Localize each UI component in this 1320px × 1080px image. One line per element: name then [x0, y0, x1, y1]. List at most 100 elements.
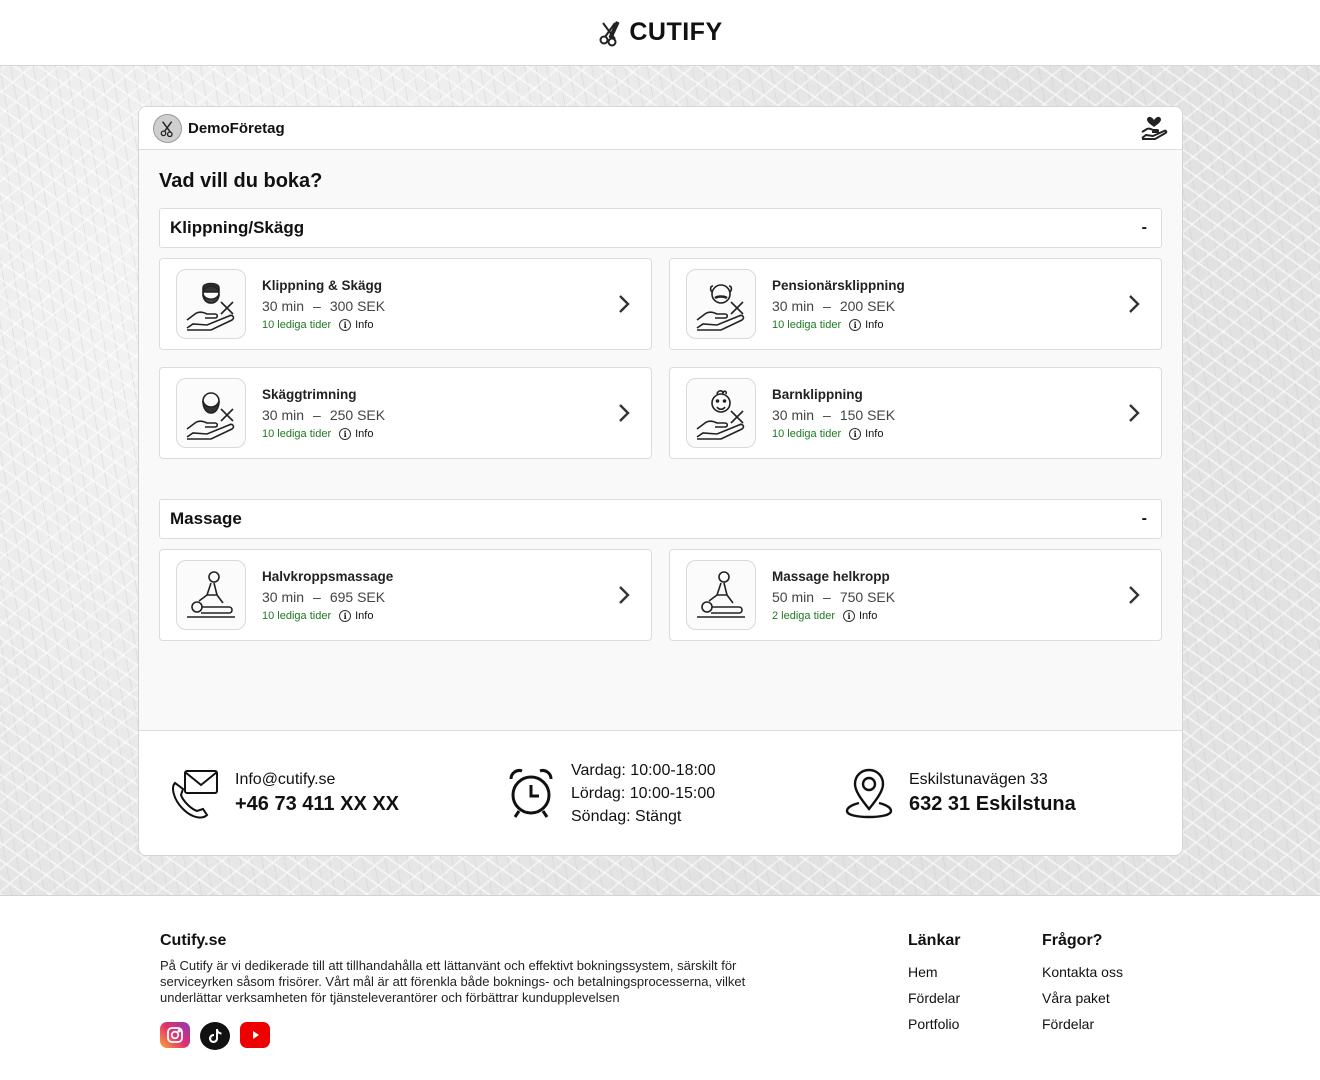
footer-title: Cutify.se: [160, 932, 227, 949]
beard-trim-icon: [186, 392, 235, 440]
service-duration: 30 min: [772, 297, 815, 314]
collapse-toggle[interactable]: -: [1142, 219, 1151, 237]
chevron-right-icon[interactable]: [613, 402, 635, 424]
brand-name: CUTIFY: [629, 18, 723, 46]
company-info[interactable]: DemoFöretag: [153, 113, 285, 143]
company-logo: [153, 113, 182, 143]
service-duration: 30 min: [262, 588, 305, 605]
chevron-right-icon[interactable]: [613, 584, 635, 606]
contact-email-phone: Info@cutify.se +46 73 411 XX XX: [167, 765, 399, 821]
service-item[interactable]: Skäggtrimning 30 min –250 SEK 10 lediga t…: [159, 367, 652, 459]
service-item[interactable]: Klippning & Skägg 30 min –300 SEK 10 ledi…: [159, 258, 652, 350]
child-haircut-icon: [696, 390, 745, 440]
info-link[interactable]: i Info: [849, 427, 883, 440]
category-header-massage[interactable]: Massage -: [159, 499, 1162, 539]
massage-icon: [697, 571, 745, 618]
scissors-comb-icon: [599, 20, 620, 46]
opening-hours: Vardag: 10:00-18:00 Lördag: 10:00-15:00 …: [503, 759, 716, 828]
service-meta: 30 min –200 SEK: [772, 298, 1123, 314]
service-bottom: 10 lediga tider i Info: [262, 318, 613, 331]
service-price: 300 SEK: [329, 297, 386, 314]
footer-link-hem[interactable]: Hem: [908, 964, 960, 980]
company-name: DemoFöretag: [188, 119, 285, 137]
footer-link-kontakta[interactable]: Kontakta oss: [1042, 964, 1123, 980]
footer-link-portfolio[interactable]: Portfolio: [908, 1016, 960, 1032]
brand-logo[interactable]: CUTIFY: [597, 18, 722, 47]
service-item[interactable]: Pensionärsklippning 30 min –200 SEK 10 le…: [669, 258, 1162, 350]
service-price: 250 SEK: [329, 406, 386, 423]
footer-link-paket[interactable]: Våra paket: [1042, 990, 1123, 1006]
service-meta: 30 min –150 SEK: [772, 407, 1123, 423]
senior-haircut-icon: [696, 284, 745, 331]
category-title: Klippning/Skägg: [170, 218, 305, 237]
footer-link-fordelar[interactable]: Fördelar: [908, 990, 960, 1006]
service-info: Skäggtrimning 30 min –250 SEK 10 lediga t…: [262, 387, 613, 440]
info-icon: i: [849, 318, 862, 331]
heart-hand-icon[interactable]: [1140, 114, 1168, 142]
availability-text: 10 lediga tider: [772, 427, 842, 440]
footer-description: På Cutify är vi dedikerade till att till…: [160, 958, 746, 1005]
address-street: Eskilstunavägen 33: [909, 770, 1048, 788]
service-meta: 30 min –695 SEK: [262, 589, 613, 605]
service-name: Halvkroppsmassage: [262, 568, 394, 584]
service-thumbnail: [686, 560, 756, 630]
youtube-icon[interactable]: [240, 1022, 270, 1048]
meta-separator: –: [823, 297, 831, 314]
address-city: 632 31 Eskilstuna: [909, 792, 1076, 815]
category-header-klippning[interactable]: Klippning/Skägg -: [159, 208, 1162, 248]
chevron-right-icon[interactable]: [1123, 402, 1145, 424]
info-link[interactable]: i Info: [843, 609, 877, 622]
info-icon: i: [339, 318, 352, 331]
service-item[interactable]: Halvkroppsmassage 30 min –695 SEK 10 ledi…: [159, 549, 652, 641]
scissors-icon: [160, 121, 173, 137]
collapse-toggle[interactable]: -: [1142, 510, 1151, 528]
top-bar: CUTIFY: [0, 0, 1320, 66]
contact-phone[interactable]: +46 73 411 XX XX: [235, 793, 399, 816]
info-label: Info: [865, 318, 884, 331]
service-name: Skäggtrimning: [262, 386, 357, 402]
chevron-right-icon[interactable]: [613, 293, 635, 315]
info-link[interactable]: i Info: [339, 609, 373, 622]
hours-sunday: Söndag: Stängt: [571, 807, 682, 825]
phone-mail-icon: [172, 770, 218, 819]
availability-text: 10 lediga tider: [772, 318, 842, 331]
alarm-clock-icon: [509, 769, 553, 818]
service-item[interactable]: Massage helkropp 50 min –750 SEK 2 lediga…: [669, 549, 1162, 641]
meta-separator: –: [313, 297, 321, 314]
info-link[interactable]: i Info: [339, 427, 373, 440]
info-label: Info: [355, 318, 374, 331]
service-info: Halvkroppsmassage 30 min –695 SEK 10 ledi…: [262, 569, 613, 622]
service-thumbnail: [176, 378, 246, 448]
footer-links-column: Länkar Hem Fördelar Portfolio: [908, 932, 960, 1042]
footer-about: Cutify.se På Cutify är vi dedikerade til…: [160, 932, 810, 1050]
instagram-icon[interactable]: [160, 1022, 190, 1048]
chevron-right-icon[interactable]: [1123, 293, 1145, 315]
info-icon: i: [849, 427, 862, 440]
man-beard-haircut-icon: [186, 282, 235, 331]
service-meta: 30 min –300 SEK: [262, 298, 613, 314]
info-link[interactable]: i Info: [849, 318, 884, 331]
social-links: [160, 1022, 810, 1050]
service-name: Pensionärsklippning: [772, 277, 905, 293]
service-name: Barnklippning: [772, 386, 863, 402]
meta-separator: –: [313, 406, 321, 423]
service-meta: 50 min –750 SEK: [772, 589, 1123, 605]
service-name: Klippning & Skägg: [262, 277, 382, 293]
booking-card: DemoFöretag Vad vill du boka? Klippning/…: [138, 106, 1183, 856]
service-name: Massage helkropp: [772, 568, 890, 584]
service-item[interactable]: Barnklippning 30 min –150 SEK 10 lediga t…: [669, 367, 1162, 459]
info-link[interactable]: i Info: [339, 318, 374, 331]
chevron-right-icon[interactable]: [1123, 584, 1145, 606]
meta-separator: –: [313, 588, 321, 605]
service-bottom: 10 lediga tider i Info: [262, 609, 613, 622]
service-info: Pensionärsklippning 30 min –200 SEK 10 le…: [772, 278, 1123, 331]
card-header: DemoFöretag: [139, 107, 1182, 150]
category-title: Massage: [170, 509, 242, 528]
contact-strip: Info@cutify.se +46 73 411 XX XX Vardag: …: [139, 730, 1182, 855]
footer-link-fordelar-2[interactable]: Fördelar: [1042, 1016, 1123, 1032]
contact-email[interactable]: Info@cutify.se: [235, 771, 399, 789]
tiktok-icon[interactable]: [200, 1022, 230, 1050]
service-bottom: 10 lediga tider i Info: [772, 318, 1123, 331]
hero-background: DemoFöretag Vad vill du boka? Klippning/…: [0, 66, 1320, 896]
